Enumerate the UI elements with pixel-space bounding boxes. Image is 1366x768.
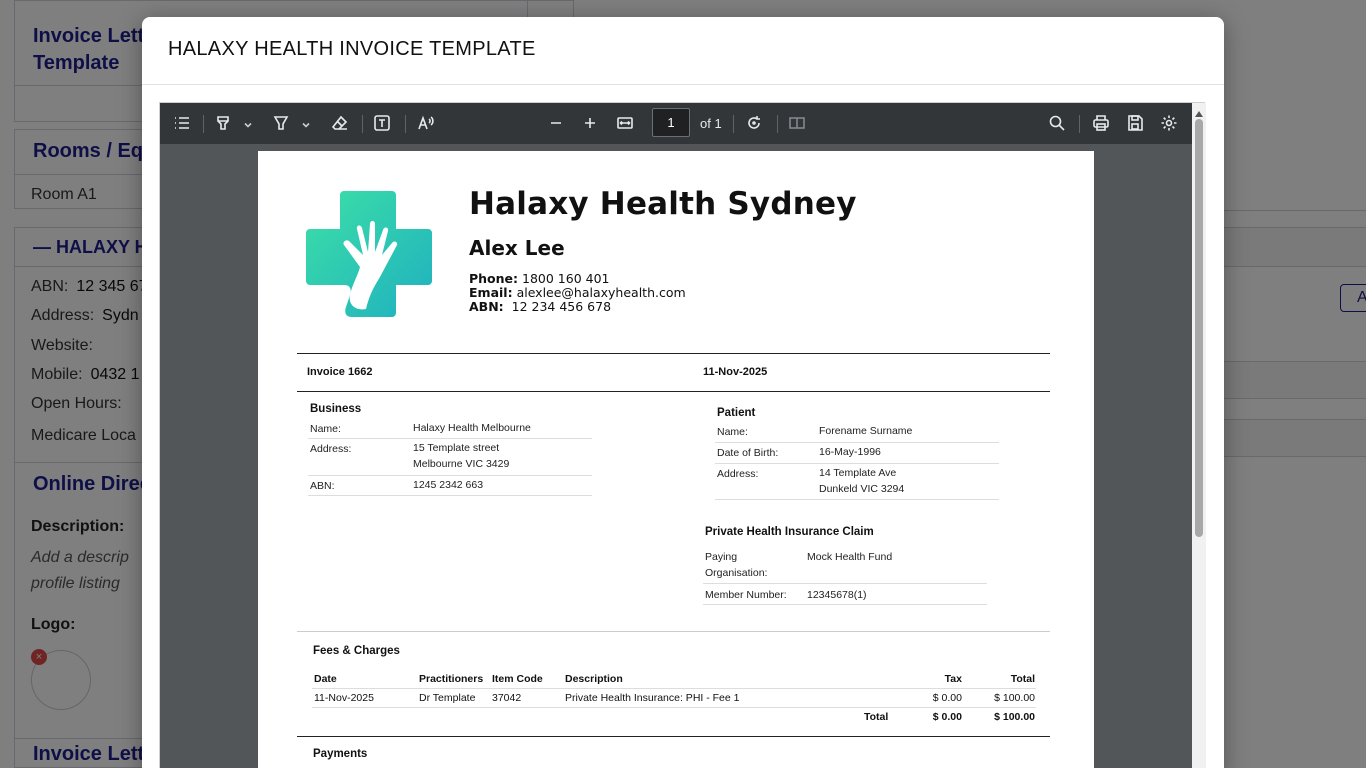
pdf-page: Halaxy Health Sydney Alex Lee Phone: 180… (258, 151, 1094, 768)
row-date: 11-Nov-2025 (314, 692, 374, 704)
invoice-template-modal: HALAXY HEALTH INVOICE TEMPLATE 1 of 1 Ha… (142, 17, 1224, 768)
scroll-thumb[interactable] (1195, 119, 1203, 537)
fit-to-width-icon[interactable] (615, 113, 635, 133)
two-page-view-icon[interactable] (787, 113, 807, 133)
business-address-value: 15 Template street Melbourne VIC 3429 (413, 442, 510, 470)
page-number-input[interactable] (652, 108, 690, 137)
patient-address-label: Address: (717, 468, 759, 480)
business-address-label: Address: (310, 443, 352, 455)
save-download-icon[interactable] (1125, 113, 1145, 133)
col-total: Total (1010, 673, 1035, 685)
row-description: Private Health Insurance: PHI - Fee 1 (565, 692, 740, 704)
read-aloud-icon[interactable] (416, 113, 436, 133)
phone-line: Phone: 1800 160 401 (469, 271, 610, 286)
abn-line: ABN: 12 234 456 678 (469, 299, 612, 314)
phi-paying-value: Mock Health Fund (807, 551, 893, 563)
zoom-out-icon[interactable] (546, 113, 566, 133)
phi-member-label: Member Number: (705, 589, 787, 601)
row-tax: $ 0.00 (932, 692, 962, 704)
col-date: Date (314, 673, 337, 685)
total-tax: $ 0.00 (932, 711, 962, 723)
patient-name-label: Name: (717, 426, 748, 438)
total-amount: $ 100.00 (994, 711, 1035, 723)
business-name-label: Name: (310, 423, 341, 435)
row-item-code: 37042 (492, 692, 522, 704)
phi-member-value: 12345678(1) (807, 589, 867, 601)
patient-dob-label: Date of Birth: (717, 447, 779, 459)
col-item-code: Item Code (492, 673, 543, 685)
total-label: Total (864, 711, 889, 723)
zoom-in-icon[interactable] (580, 113, 600, 133)
business-abn-value: 1245 2342 663 (413, 479, 484, 491)
modal-divider (142, 84, 1224, 85)
business-name-value: Halaxy Health Melbourne (413, 422, 531, 434)
contents-list-icon[interactable] (172, 113, 192, 133)
pdf-scrollbar[interactable] (1192, 103, 1206, 768)
col-tax: Tax (944, 673, 962, 685)
row-practitioner: Dr Template (419, 692, 476, 704)
chevron-down-icon[interactable] (243, 117, 253, 128)
draw-pen-icon[interactable] (271, 113, 291, 133)
business-abn-label: ABN: (310, 480, 335, 492)
clinic-logo-icon (306, 191, 432, 317)
scroll-up-arrow-icon[interactable] (1194, 105, 1204, 117)
row-total: $ 100.00 (994, 692, 1035, 704)
patient-address-value: 14 Template Ave Dunkeld VIC 3294 (819, 467, 905, 495)
business-title: Business (310, 403, 362, 415)
rotate-icon[interactable] (744, 113, 764, 133)
modal-title: HALAXY HEALTH INVOICE TEMPLATE (168, 38, 536, 60)
payments-title: Payments (313, 748, 368, 760)
eraser-icon[interactable] (330, 113, 350, 133)
phi-paying-label: Paying Organisation: (705, 551, 768, 579)
highlighter-icon[interactable] (213, 113, 233, 133)
col-practitioners: Practitioners (419, 673, 484, 685)
phi-title: Private Health Insurance Claim (705, 526, 874, 538)
pdf-toolbar: of 1 (160, 103, 1192, 144)
col-description: Description (565, 673, 623, 685)
fees-title: Fees & Charges (313, 645, 400, 657)
clinic-name: Halaxy Health Sydney (469, 186, 857, 222)
pdf-viewer[interactable]: of 1 (159, 102, 1206, 768)
invoice-number: Invoice 1662 (307, 366, 373, 378)
text-box-icon[interactable] (372, 113, 392, 133)
search-icon[interactable] (1047, 113, 1067, 133)
print-icon[interactable] (1091, 113, 1111, 133)
settings-gear-icon[interactable] (1159, 113, 1179, 133)
chevron-down-icon[interactable] (301, 117, 311, 128)
page-count: of 1 (700, 116, 722, 131)
email-line: Email: alexlee@halaxyhealth.com (469, 285, 686, 300)
patient-title: Patient (717, 407, 756, 419)
patient-name-value: Forename Surname (819, 425, 913, 437)
patient-dob-value: 16-May-1996 (819, 446, 881, 458)
invoice-date: 11-Nov-2025 (703, 366, 768, 378)
practitioner-name: Alex Lee (469, 236, 565, 260)
